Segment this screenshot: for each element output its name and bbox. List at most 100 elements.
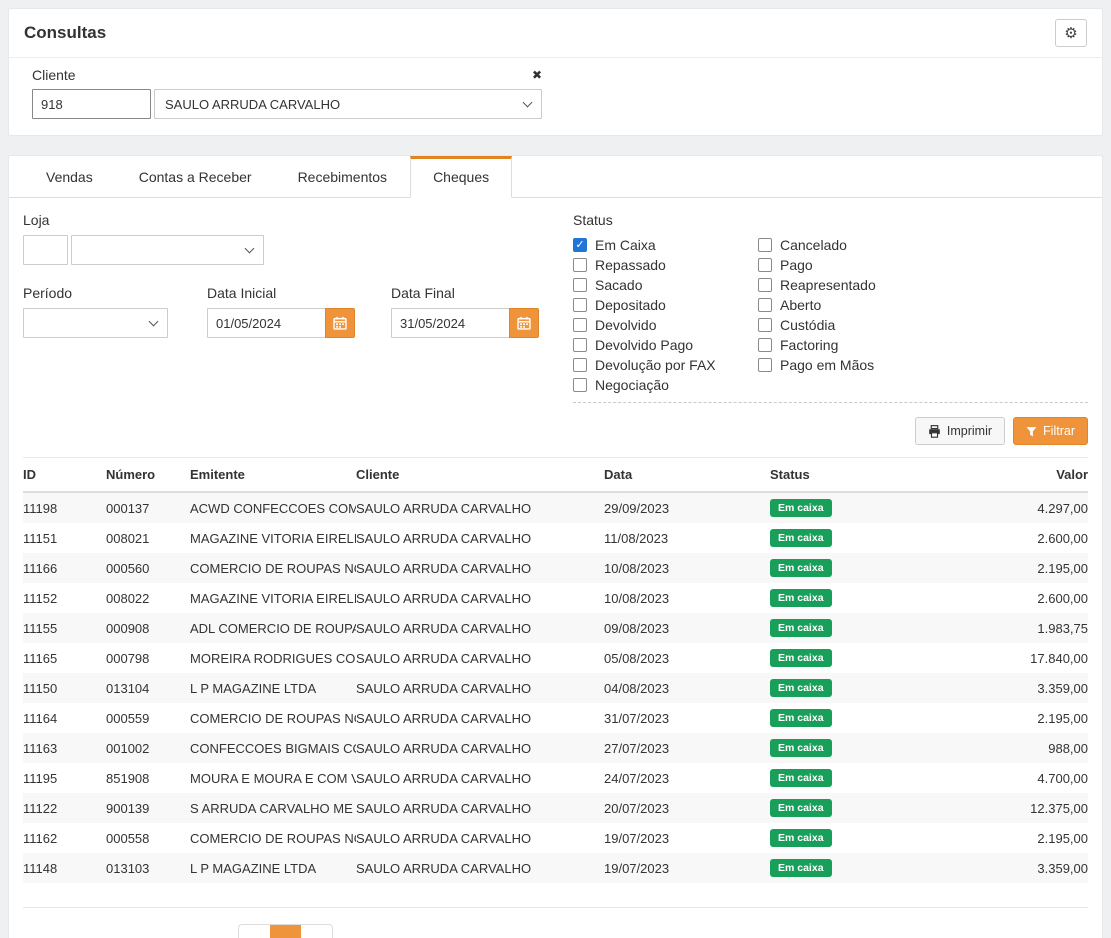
- status-option-devolvido[interactable]: Devolvido: [573, 315, 758, 335]
- cell-data: 19/07/2023: [604, 853, 770, 883]
- close-icon[interactable]: ✖: [532, 68, 542, 82]
- table-row[interactable]: 11152008022MAGAZINE VITORIA EIRELI MESAU…: [23, 583, 1088, 613]
- periodo-select[interactable]: [23, 308, 168, 338]
- status-option-devolucao-por-fax[interactable]: Devolução por FAX: [573, 355, 758, 375]
- loja-code-input[interactable]: [23, 235, 68, 265]
- pagination-next-button[interactable]: ›: [301, 925, 332, 938]
- checkbox-unchecked[interactable]: [758, 318, 772, 332]
- cell-data: 04/08/2023: [604, 673, 770, 703]
- status-option-pago-em-maos[interactable]: Pago em Mãos: [758, 355, 1088, 375]
- table-row[interactable]: 11162000558COMERCIO DE ROUPAS NOV…SAULO …: [23, 823, 1088, 853]
- cell-data: 31/07/2023: [604, 703, 770, 733]
- status-option-aberto[interactable]: Aberto: [758, 295, 1088, 315]
- loja-select[interactable]: [71, 235, 264, 265]
- status-option-sacado[interactable]: Sacado: [573, 275, 758, 295]
- table-row[interactable]: 11166000560COMERCIO DE ROUPAS NOV…SAULO …: [23, 553, 1088, 583]
- cell-cliente: SAULO ARRUDA CARVALHO: [356, 613, 604, 643]
- cell-numero: 008022: [106, 583, 190, 613]
- table-row[interactable]: 11122900139S ARRUDA CARVALHO MESAULO ARR…: [23, 793, 1088, 823]
- status-cell: Em caixa: [770, 763, 950, 793]
- checkbox-unchecked[interactable]: [573, 358, 587, 372]
- cell-cliente: SAULO ARRUDA CARVALHO: [356, 793, 604, 823]
- cell-cliente: SAULO ARRUDA CARVALHO: [356, 553, 604, 583]
- pagination-page-1[interactable]: 1: [270, 925, 301, 938]
- calendar-icon: [333, 316, 347, 330]
- status-badge: Em caixa: [770, 649, 832, 667]
- data-inicial-calendar-button[interactable]: [325, 308, 355, 338]
- status-cell: Em caixa: [770, 673, 950, 703]
- status-option-negociacao[interactable]: Negociação: [573, 375, 758, 395]
- client-select[interactable]: SAULO ARRUDA CARVALHO: [154, 89, 542, 119]
- status-option-factoring[interactable]: Factoring: [758, 335, 1088, 355]
- status-option-cancelado[interactable]: Cancelado: [758, 235, 1088, 255]
- cell-id: 11165: [23, 643, 106, 673]
- status-option-label: Devolução por FAX: [595, 357, 716, 373]
- table-row[interactable]: 11151008021MAGAZINE VITORIA EIRELI MESAU…: [23, 523, 1088, 553]
- data-final-input[interactable]: [391, 308, 510, 338]
- cell-id: 11163: [23, 733, 106, 763]
- cell-id: 11166: [23, 553, 106, 583]
- cell-cliente: SAULO ARRUDA CARVALHO: [356, 703, 604, 733]
- table-row[interactable]: 11148013103L P MAGAZINE LTDASAULO ARRUDA…: [23, 853, 1088, 883]
- pagination-prev-button[interactable]: ‹: [239, 925, 270, 938]
- tab-cheques[interactable]: Cheques: [410, 156, 512, 198]
- status-option-custodia[interactable]: Custódia: [758, 315, 1088, 335]
- cell-valor: 2.195,00: [950, 823, 1088, 853]
- checkbox-unchecked[interactable]: [573, 278, 587, 292]
- cell-numero: 008021: [106, 523, 190, 553]
- data-inicial-input[interactable]: [207, 308, 326, 338]
- table-row[interactable]: 11155000908ADL COMERCIO DE ROUPAS …SAULO…: [23, 613, 1088, 643]
- status-badge: Em caixa: [770, 709, 832, 727]
- checkbox-checked[interactable]: ✓: [573, 238, 587, 252]
- status-option-em-caixa[interactable]: ✓Em Caixa: [573, 235, 758, 255]
- checkbox-unchecked[interactable]: [758, 238, 772, 252]
- checkbox-unchecked[interactable]: [573, 338, 587, 352]
- table-row[interactable]: 11195851908MOURA E MOURA E COM VAR…SAULO…: [23, 763, 1088, 793]
- checkbox-unchecked[interactable]: [758, 278, 772, 292]
- status-option-reapresentado[interactable]: Reapresentado: [758, 275, 1088, 295]
- filtrar-button[interactable]: Filtrar: [1013, 417, 1088, 445]
- imprimir-button[interactable]: Imprimir: [915, 417, 1005, 445]
- status-option-label: Repassado: [595, 257, 666, 273]
- tab-vendas[interactable]: Vendas: [23, 156, 116, 198]
- cell-numero: 000137: [106, 492, 190, 523]
- checkbox-unchecked[interactable]: [573, 298, 587, 312]
- cell-data: 19/07/2023: [604, 823, 770, 853]
- cell-emitente: ADL COMERCIO DE ROUPAS …: [190, 613, 356, 643]
- status-option-label: Negociação: [595, 377, 669, 393]
- status-options-left: ✓Em Caixa Repassado SacadoDepositado Devolv…: [573, 235, 758, 395]
- status-cell: Em caixa: [770, 613, 950, 643]
- checkbox-unchecked[interactable]: [758, 258, 772, 272]
- status-badge: Em caixa: [770, 769, 832, 787]
- cell-valor: 4.297,00: [950, 492, 1088, 523]
- status-option-devolvido-pago[interactable]: Devolvido Pago: [573, 335, 758, 355]
- status-option-depositado[interactable]: Depositado: [573, 295, 758, 315]
- tab-recebimentos[interactable]: Recebimentos: [275, 156, 411, 198]
- cell-emitente: MOREIRA RODRIGUES COME…: [190, 643, 356, 673]
- table-row[interactable]: 11164000559COMERCIO DE ROUPAS NOV…SAULO …: [23, 703, 1088, 733]
- table-row[interactable]: 11165000798MOREIRA RODRIGUES COME…SAULO …: [23, 643, 1088, 673]
- table-row[interactable]: 11163001002CONFECCOES BIGMAIS COM…SAULO …: [23, 733, 1088, 763]
- data-final-calendar-button[interactable]: [509, 308, 539, 338]
- cell-emitente: CONFECCOES BIGMAIS COM…: [190, 733, 356, 763]
- status-option-repassado[interactable]: Repassado: [573, 255, 758, 275]
- checkbox-unchecked[interactable]: [758, 338, 772, 352]
- table-row[interactable]: 11198000137ACWD CONFECCOES COMER…SAULO A…: [23, 492, 1088, 523]
- status-option-label: Devolvido: [595, 317, 656, 333]
- status-option-pago[interactable]: Pago: [758, 255, 1088, 275]
- checkbox-unchecked[interactable]: [758, 298, 772, 312]
- status-cell: Em caixa: [770, 583, 950, 613]
- checkbox-unchecked[interactable]: [573, 378, 587, 392]
- table-row[interactable]: 11150013104L P MAGAZINE LTDASAULO ARRUDA…: [23, 673, 1088, 703]
- cell-valor: 2.600,00: [950, 583, 1088, 613]
- checkbox-unchecked[interactable]: [573, 318, 587, 332]
- checkbox-unchecked[interactable]: [758, 358, 772, 372]
- pagination: ‹ 1 ›: [238, 924, 333, 938]
- client-code-input[interactable]: [32, 89, 151, 119]
- tab-contas-a-receber[interactable]: Contas a Receber: [116, 156, 275, 198]
- cell-emitente: S ARRUDA CARVALHO ME: [190, 793, 356, 823]
- settings-button[interactable]: ⚙: [1055, 19, 1087, 47]
- cell-emitente: COMERCIO DE ROUPAS NOV…: [190, 553, 356, 583]
- cell-id: 11155: [23, 613, 106, 643]
- checkbox-unchecked[interactable]: [573, 258, 587, 272]
